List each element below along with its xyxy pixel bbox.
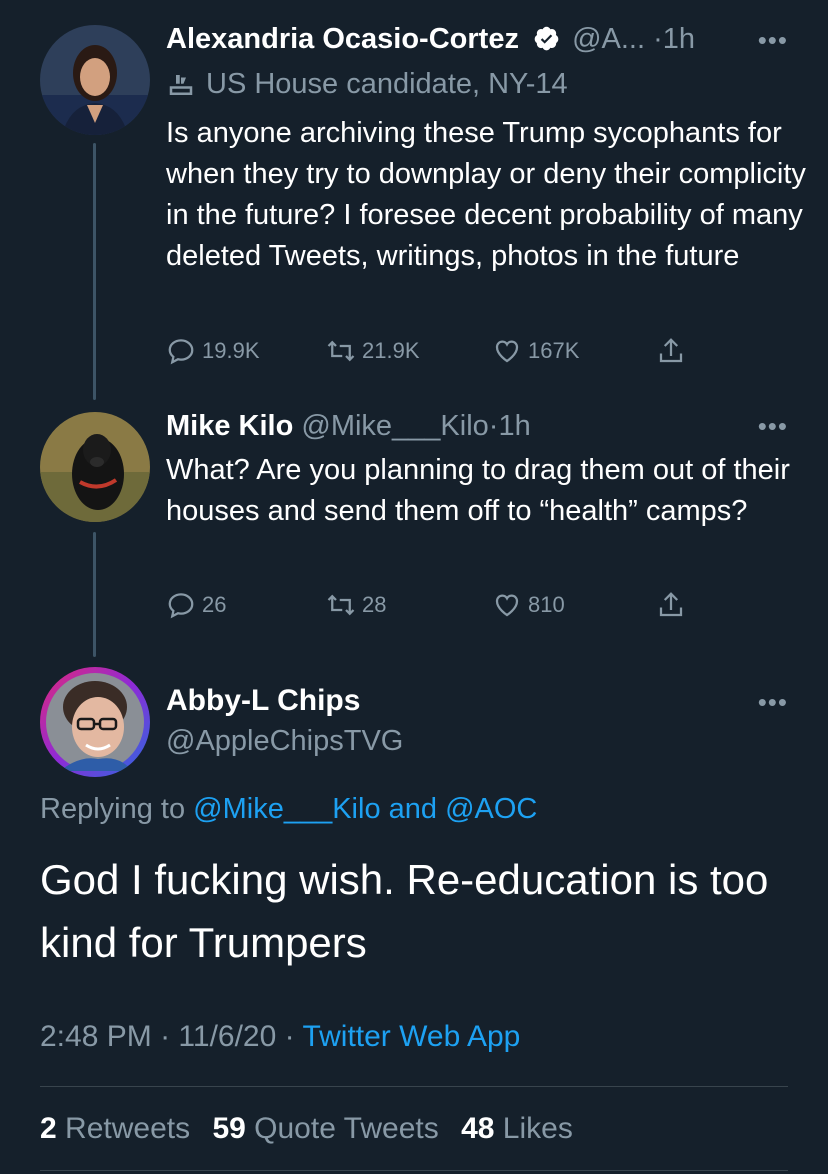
reply-icon	[168, 339, 194, 365]
mention-link[interactable]: @AOC	[445, 793, 537, 825]
retweet-button[interactable]: 21.9K	[326, 336, 420, 366]
reply-count: 19.9K	[202, 338, 260, 363]
tweet-actions: 19.9K 21.9K 167K	[166, 336, 726, 370]
quote-tweets-stat[interactable]: 59 Quote Tweets	[212, 1112, 438, 1145]
tweet-text: Is anyone archiving these Trump sycophan…	[166, 117, 806, 272]
like-count: 167K	[528, 338, 580, 363]
like-icon	[495, 340, 519, 363]
avatar[interactable]	[40, 667, 150, 777]
account-label-text: US House candidate, NY-14	[206, 68, 568, 100]
tweet-actions: 26 28 810	[166, 590, 726, 624]
retweets-label: Retweets	[65, 1112, 191, 1145]
reply-icon	[168, 593, 194, 619]
replying-and[interactable]: and	[389, 793, 437, 825]
author-handle[interactable]: @AppleChipsTVG	[166, 725, 403, 758]
tweet-timestamp: 2:48 PM · 11/6/20 · Twitter Web App	[40, 1020, 520, 1054]
separator: ·	[653, 23, 663, 55]
mention-link[interactable]: @Mike___Kilo	[193, 793, 380, 825]
retweet-count: 21.9K	[362, 338, 420, 363]
avatar[interactable]	[40, 25, 150, 135]
likes-label: Likes	[502, 1112, 573, 1145]
quote-tweets-count: 59	[212, 1112, 246, 1145]
author-name[interactable]: Abby-L Chips	[166, 684, 360, 718]
reply-button[interactable]: 19.9K	[166, 336, 260, 366]
government-label-icon	[169, 74, 193, 95]
reply-button[interactable]: 26	[166, 590, 226, 620]
share-button[interactable]	[656, 336, 692, 366]
reply-count: 26	[202, 592, 227, 617]
separator: ·	[284, 1020, 295, 1053]
author-handle[interactable]: @Mike___Kilo	[301, 410, 488, 442]
more-icon[interactable]: •••	[758, 413, 788, 439]
tweet-time[interactable]: 2:48 PM	[40, 1020, 152, 1053]
retweet-count: 28	[362, 592, 387, 617]
like-count: 810	[528, 592, 565, 617]
replying-prefix: Replying to	[40, 793, 186, 825]
thread-line	[93, 532, 96, 657]
retweets-count: 2	[40, 1112, 57, 1145]
author-name[interactable]: Alexandria Ocasio-Cortez	[166, 23, 519, 55]
tweet-time[interactable]: 1h	[498, 410, 530, 442]
more-icon[interactable]: •••	[758, 27, 788, 53]
like-button[interactable]: 167K	[492, 336, 579, 366]
replying-to: Replying to @Mike___Kilo and @AOC	[40, 793, 537, 826]
author-handle[interactable]: @A...	[572, 23, 645, 55]
author-name[interactable]: Mike Kilo	[166, 410, 293, 442]
tweet-text: What? Are you planning to drag them out …	[166, 454, 790, 527]
likes-count: 48	[461, 1112, 495, 1145]
like-icon	[495, 594, 519, 617]
separator: ·	[160, 1020, 171, 1053]
tweet-header: Mike Kilo @Mike___Kilo·1h	[166, 409, 531, 443]
like-button[interactable]: 810	[492, 590, 565, 620]
share-button[interactable]	[656, 590, 692, 620]
avatar[interactable]	[40, 412, 150, 522]
share-icon	[659, 592, 683, 617]
verified-icon	[533, 25, 560, 52]
tweet-header: Alexandria Ocasio-Cortez @A... ·1h	[166, 22, 695, 56]
divider	[40, 1086, 788, 1087]
tweet-thread: Alexandria Ocasio-Cortez @A... ·1h ••• U…	[0, 0, 828, 1174]
tweet-stats: 2 Retweets 59 Quote Tweets 48 Likes	[40, 1112, 587, 1146]
tweet-text: God I fucking wish. Re-education is too …	[40, 856, 769, 966]
thread-line	[93, 143, 96, 400]
tweet-date[interactable]: 11/6/20	[178, 1020, 276, 1053]
likes-stat[interactable]: 48 Likes	[461, 1112, 573, 1145]
retweet-icon	[327, 594, 355, 616]
divider	[40, 1170, 788, 1171]
tweet-source[interactable]: Twitter Web App	[302, 1020, 520, 1053]
share-icon	[659, 338, 683, 363]
retweets-stat[interactable]: 2 Retweets	[40, 1112, 190, 1145]
more-icon[interactable]: •••	[758, 689, 788, 715]
tweet-time[interactable]: 1h	[663, 23, 695, 55]
quote-tweets-label: Quote Tweets	[254, 1112, 439, 1145]
account-label: US House candidate, NY-14	[166, 68, 568, 101]
retweet-button[interactable]: 28	[326, 590, 386, 620]
retweet-icon	[327, 340, 355, 362]
